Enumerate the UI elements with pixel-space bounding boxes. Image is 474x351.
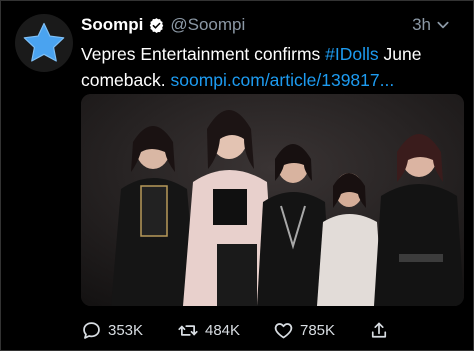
tweet-text-part: Vepres Entertainment confirms [81, 44, 326, 64]
hashtag-link[interactable]: #IDolls [325, 44, 379, 64]
star-icon [23, 22, 65, 62]
tweet-header: Soompi @Soompi 3h [81, 14, 463, 36]
retweet-icon [178, 324, 198, 336]
share-icon [371, 322, 387, 338]
share-button[interactable] [369, 320, 465, 341]
article-link[interactable]: soompi.com/article/139817... [170, 70, 394, 90]
display-name[interactable]: Soompi [81, 15, 143, 35]
retweet-count: 484K [205, 321, 241, 339]
like-button[interactable]: 785K [273, 320, 369, 341]
reply-button[interactable]: 353K [81, 320, 177, 341]
avatar[interactable] [15, 14, 73, 72]
tweet-text: Vepres Entertainment confirms #IDolls Ju… [81, 41, 466, 93]
reply-icon [83, 321, 100, 339]
retweet-button[interactable]: 484K [177, 320, 273, 341]
handle[interactable]: @Soompi [170, 15, 245, 35]
timestamp[interactable]: 3h [412, 15, 431, 35]
reply-count: 353K [108, 321, 144, 339]
chevron-down-icon[interactable] [435, 17, 451, 38]
verified-badge-icon [148, 17, 165, 34]
like-count: 785K [300, 321, 336, 339]
heart-icon [274, 322, 293, 338]
tweet-text-part: comeback. [81, 70, 171, 90]
tweet-photo[interactable] [81, 94, 464, 306]
tweet-actions: 353K 484K 785K [81, 317, 466, 343]
group-photo [81, 94, 464, 306]
tweet-text-part: June [378, 44, 422, 64]
tweet-card[interactable]: Soompi @Soompi 3h Vepres Entertainment c… [0, 0, 474, 351]
